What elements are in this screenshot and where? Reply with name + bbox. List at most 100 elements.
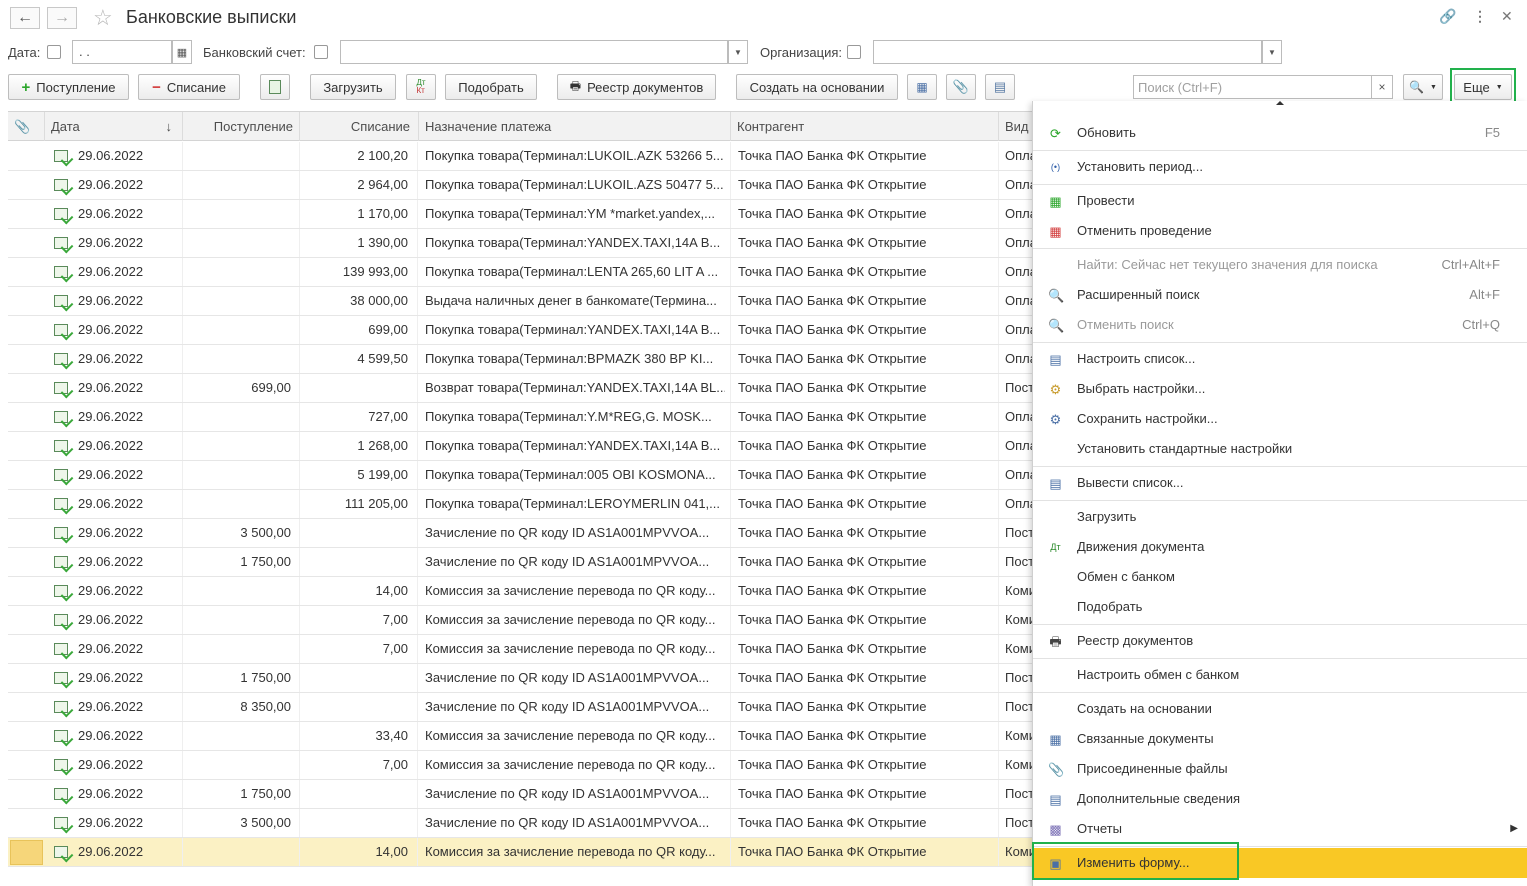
menu-item-20[interactable]: 📎 Присоединенные файлы	[1033, 754, 1527, 784]
link-icon[interactable]: 🔗	[1439, 8, 1456, 25]
search-input[interactable]: Поиск (Ctrl+F)	[1133, 75, 1373, 99]
table-row[interactable]: 29.06.2022 699,00 Покупка товара(Терминал:…	[8, 316, 1032, 345]
menu-item-7[interactable]: ▤ Настроить список...	[1033, 344, 1527, 374]
menu-item-2[interactable]: ▦ Провести	[1033, 186, 1527, 216]
search-options-button[interactable]: 🔍 ▼	[1403, 74, 1443, 100]
attachments-button[interactable]: 📎	[946, 74, 976, 100]
menu-item-10[interactable]: Установить стандартные настройки	[1033, 434, 1527, 464]
pick-button[interactable]: Подобрать	[445, 74, 537, 100]
menu-item-22[interactable]: ▩ Отчеты ▶	[1033, 814, 1527, 844]
table-row[interactable]: 29.06.2022 1 170,00 Покупка товара(Термина…	[8, 200, 1032, 229]
kind-column-header[interactable]: Вид	[998, 112, 1032, 141]
menu-item-12[interactable]: Загрузить	[1033, 502, 1527, 532]
table-row[interactable]: 29.06.2022 5 199,00 Покупка товара(Термина…	[8, 461, 1032, 490]
account-dropdown[interactable]: ▼	[728, 40, 748, 64]
table-row[interactable]: 29.06.2022 111 205,00 Покупка товара(Терми…	[8, 490, 1032, 519]
income-column-header[interactable]: Поступление	[182, 112, 299, 141]
menu-item-1[interactable]: (•) Установить период...	[1033, 152, 1527, 182]
posted-document-icon	[54, 382, 68, 394]
registry-button[interactable]: 🖶 Реестр документов	[557, 74, 716, 100]
info-list-icon: ▤	[993, 79, 1007, 94]
menu-item-11[interactable]: ▤ Вывести список...	[1033, 468, 1527, 498]
date-checkbox[interactable]	[47, 45, 61, 59]
menu-item-9[interactable]: ⚙ Сохранить настройки...	[1033, 404, 1527, 434]
org-checkbox[interactable]	[847, 45, 861, 59]
table-row[interactable]: 29.06.2022 2 964,00 Покупка товара(Термина…	[8, 171, 1032, 200]
back-button[interactable]: ←	[10, 7, 40, 29]
cell-outcome	[299, 693, 408, 721]
menu-item-8[interactable]: ⚙ Выбрать настройки...	[1033, 374, 1527, 404]
cell-counterparty: Точка ПАО Банка ФК Открытие	[738, 322, 927, 337]
favorite-star-icon[interactable]: ☆	[93, 5, 113, 31]
menu-scroll-up-icon[interactable]	[1276, 101, 1284, 105]
table-row[interactable]: 29.06.2022 3 500,00 Зачисление по QR коду …	[8, 809, 1032, 838]
menu-item-19[interactable]: ▦ Связанные документы	[1033, 724, 1527, 754]
posted-document-icon	[54, 730, 68, 742]
table-row[interactable]: 29.06.2022 1 750,00 Зачисление по QR коду …	[8, 664, 1032, 693]
table-row[interactable]: 29.06.2022 33,40 Комиссия за зачисление пе…	[8, 722, 1032, 751]
table-row[interactable]: 29.06.2022 727,00 Покупка товара(Терминал:…	[8, 403, 1032, 432]
menu-item-label: Отчеты	[1077, 821, 1122, 836]
receipt-button[interactable]: + Поступление	[8, 74, 129, 100]
cell-outcome: 1 390,00	[357, 235, 408, 250]
account-field[interactable]	[340, 40, 728, 64]
cell-purpose: Зачисление по QR коду ID AS1A001MPVVOA..…	[425, 786, 710, 801]
menu-item-16[interactable]: 🖶 Реестр документов	[1033, 626, 1527, 656]
table-row[interactable]: 29.06.2022 139 993,00 Покупка товара(Терми…	[8, 258, 1032, 287]
menu-item-13[interactable]: Дт Движения документа	[1033, 532, 1527, 562]
outcome-column-header[interactable]: Списание	[299, 112, 416, 141]
search-clear-button[interactable]: ×	[1371, 75, 1393, 99]
table-row[interactable]: 29.06.2022 4 599,50 Покупка товара(Термина…	[8, 345, 1032, 374]
info-button[interactable]: ▤	[985, 74, 1015, 100]
table-row[interactable]: 29.06.2022 8 350,00 Зачисление по QR коду …	[8, 693, 1032, 722]
menu-item-3[interactable]: ▦ Отменить проведение	[1033, 216, 1527, 246]
cell-date: 29.06.2022	[78, 293, 144, 308]
menu-item-0[interactable]: ⟳ Обновить F5	[1033, 118, 1527, 148]
menu-item-21[interactable]: ▤ Дополнительные сведения	[1033, 784, 1527, 814]
menu-item-14[interactable]: Обмен с банком	[1033, 562, 1527, 592]
menu-item-5[interactable]: 🔍 Расширенный поиск Alt+F	[1033, 280, 1527, 310]
table-row[interactable]: 29.06.2022 38 000,00 Выдача наличных денег…	[8, 287, 1032, 316]
writeoff-button[interactable]: − Списание	[138, 74, 240, 100]
table-row[interactable]: 29.06.2022 14,00 Комиссия за зачисление пе…	[8, 577, 1032, 606]
date-column-header[interactable]: Дата ↓	[44, 112, 182, 141]
counterparty-column-header[interactable]: Контрагент	[730, 112, 998, 141]
close-icon[interactable]: ✕	[1501, 8, 1513, 25]
menu-separator	[1033, 466, 1527, 467]
table-row[interactable]: 29.06.2022 699,00 Возврат товара(Терминал:…	[8, 374, 1032, 403]
menu-item-17[interactable]: Настроить обмен с банком	[1033, 660, 1527, 690]
org-dropdown[interactable]: ▼	[1262, 40, 1282, 64]
forward-button[interactable]: →	[47, 7, 77, 29]
date-field[interactable]: . .	[72, 40, 172, 64]
table-row[interactable]: 29.06.2022 1 390,00 Покупка товара(Термина…	[8, 229, 1032, 258]
printer-icon: 🖶	[569, 78, 582, 93]
cell-kind: Пост	[1005, 380, 1032, 395]
table-row[interactable]: 29.06.2022 1 268,00 Покупка товара(Термина…	[8, 432, 1032, 461]
table-row[interactable]: 29.06.2022 1 750,00 Зачисление по QR коду …	[8, 548, 1032, 577]
purpose-column-header[interactable]: Назначение платежа	[418, 112, 730, 141]
table-row[interactable]: 29.06.2022 14,00 Комиссия за зачисление пе…	[8, 838, 1032, 867]
kebab-icon[interactable]: ⋮	[1473, 8, 1487, 25]
table-row[interactable]: 29.06.2022 7,00 Комиссия за зачисление пер…	[8, 751, 1032, 780]
posted-document-icon	[54, 817, 68, 829]
create-based-button[interactable]: Создать на основании	[736, 74, 898, 100]
account-checkbox[interactable]	[314, 45, 328, 59]
copy-doc-button[interactable]	[260, 74, 290, 100]
table-row[interactable]: 29.06.2022 3 500,00 Зачисление по QR коду …	[8, 519, 1032, 548]
cell-purpose: Покупка товара(Терминал:YANDEX.TAXI,14A …	[425, 235, 721, 250]
org-field[interactable]	[873, 40, 1262, 64]
menu-item-18[interactable]: Создать на основании	[1033, 694, 1527, 724]
menu-item-label: Загрузить	[1077, 509, 1137, 524]
menu-item-15[interactable]: Подобрать	[1033, 592, 1527, 622]
related-docs-button[interactable]: ▦	[907, 74, 937, 100]
calendar-button[interactable]: ▦	[172, 40, 192, 64]
attachment-column-header[interactable]: 📎	[8, 112, 44, 141]
load-button[interactable]: Загрузить	[310, 74, 396, 100]
table-row[interactable]: 29.06.2022 7,00 Комиссия за зачисление пер…	[8, 606, 1032, 635]
cell-outcome: 4 599,50	[357, 351, 408, 366]
table-row[interactable]: 29.06.2022 7,00 Комиссия за зачисление пер…	[8, 635, 1032, 664]
table-row[interactable]: 29.06.2022 2 100,20 Покупка товара(Термина…	[8, 142, 1032, 171]
cell-income	[182, 838, 291, 866]
dt-kt-button[interactable]: Дт Кт	[406, 74, 436, 100]
table-row[interactable]: 29.06.2022 1 750,00 Зачисление по QR коду …	[8, 780, 1032, 809]
